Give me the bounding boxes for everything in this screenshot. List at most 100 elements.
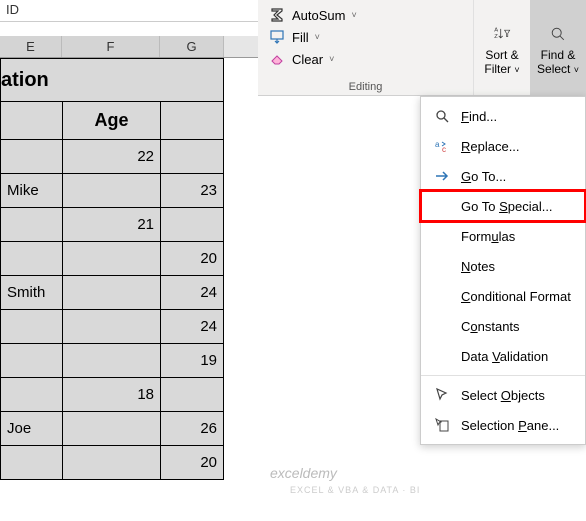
magnifier-icon [433,107,451,125]
magnifier-icon [549,20,567,48]
editing-commands: AutoSum ˅ Fill ˅ Clear ˅ Editing [258,0,474,95]
cell[interactable] [0,208,62,242]
cell[interactable]: 19 [160,344,224,378]
table-row: 20 [0,242,224,276]
worksheet-selection[interactable]: ation Age 22Mike232120Smith24241918Joe26… [0,58,224,480]
cell[interactable] [62,412,160,446]
menu-goto-special[interactable]: Go To Special... [421,191,585,221]
menu-conditional-format[interactable]: Conditional Format [421,281,585,311]
menu-label: Replace... [461,139,520,154]
cell[interactable] [160,140,224,174]
col-header-f[interactable]: F [62,36,160,57]
header-cell[interactable] [160,102,224,140]
sort-filter-label-1: Sort & [485,48,518,62]
find-select-button[interactable]: Find & Select ˅ [530,0,586,95]
menu-label: Data Validation [461,349,548,364]
col-header-e[interactable]: E [0,36,62,57]
table-header-row: Age [0,102,224,140]
cell[interactable]: 22 [62,140,160,174]
cell[interactable]: 18 [62,378,160,412]
menu-select-objects[interactable]: Select Objects [421,380,585,410]
cell[interactable] [0,310,62,344]
replace-icon: ac [433,137,451,155]
find-select-menu: Find... ac Replace... Go To... Go To Spe… [420,96,586,445]
menu-selection-pane[interactable]: Selection Pane... [421,410,585,440]
table-title[interactable]: ation [0,58,224,102]
sort-filter-icon: AZ [493,20,511,48]
blank-icon [433,347,451,365]
cell[interactable] [0,140,62,174]
svg-text:A: A [494,27,498,33]
chevron-down-icon: ˅ [329,54,334,64]
group-label: Editing [349,81,383,93]
menu-replace[interactable]: ac Replace... [421,131,585,161]
menu-label: Find... [461,109,497,124]
cell[interactable]: 24 [160,310,224,344]
cell[interactable]: 20 [160,446,224,480]
table-row: 22 [0,140,224,174]
autosum-button[interactable]: AutoSum ˅ [264,4,467,26]
cell[interactable] [160,378,224,412]
table-row: 19 [0,344,224,378]
menu-goto[interactable]: Go To... [421,161,585,191]
menu-label: Conditional Format [461,289,571,304]
cell[interactable]: Joe [0,412,62,446]
eraser-icon [268,50,286,68]
cell[interactable] [62,446,160,480]
cell[interactable]: 24 [160,276,224,310]
selection-pane-icon [433,416,451,434]
clear-button[interactable]: Clear ˅ [264,48,467,70]
cell[interactable]: 21 [62,208,160,242]
watermark: exceldemy [270,465,337,481]
table-row: 20 [0,446,224,480]
table-row: Smith 24 [0,276,224,310]
blank-icon [433,317,451,335]
menu-find[interactable]: Find... [421,101,585,131]
chevron-down-icon: ˅ [315,32,320,42]
cell[interactable] [0,344,62,378]
menu-data-validation[interactable]: Data Validation [421,341,585,371]
cell[interactable] [62,310,160,344]
find-select-label-2: Select ˅ [537,62,579,76]
cell[interactable]: Mike [0,174,62,208]
menu-label: Go To... [461,169,506,184]
menu-label: Selection Pane... [461,418,559,433]
cell[interactable] [0,378,62,412]
cell[interactable] [62,242,160,276]
blank-icon [433,227,451,245]
formula-bar[interactable]: ID [0,0,258,22]
cell[interactable]: 20 [160,242,224,276]
svg-text:a: a [435,140,440,149]
cell[interactable] [160,208,224,242]
col-header-g[interactable]: G [160,36,224,57]
cell[interactable] [0,242,62,276]
menu-formulas[interactable]: Formulas [421,221,585,251]
cell[interactable] [62,276,160,310]
menu-constants[interactable]: Constants [421,311,585,341]
table-row: 21 [0,208,224,242]
cell[interactable]: 23 [160,174,224,208]
menu-label: Select Objects [461,388,545,403]
sigma-icon [268,6,286,24]
header-cell[interactable] [0,102,62,140]
header-cell-age[interactable]: Age [62,102,160,140]
fill-button[interactable]: Fill ˅ [264,26,467,48]
cell[interactable]: 26 [160,412,224,446]
autosum-label: AutoSum [292,8,345,23]
ribbon-editing-group: AutoSum ˅ Fill ˅ Clear ˅ Editing AZ Sort… [258,0,586,96]
blank-icon [433,257,451,275]
find-select-label-1: Find & [541,48,576,62]
table-row: 18 [0,378,224,412]
cell[interactable] [0,446,62,480]
cell[interactable]: Smith [0,276,62,310]
cell[interactable] [62,174,160,208]
svg-text:Z: Z [494,33,498,39]
table-row: Joe 26 [0,412,224,446]
menu-notes[interactable]: Notes [421,251,585,281]
sort-filter-button[interactable]: AZ Sort & Filter ˅ [474,0,530,95]
menu-label: Go To Special... [461,199,553,214]
clear-label: Clear [292,52,323,67]
cell[interactable] [62,344,160,378]
fill-down-icon [268,28,286,46]
pointer-icon [433,386,451,404]
